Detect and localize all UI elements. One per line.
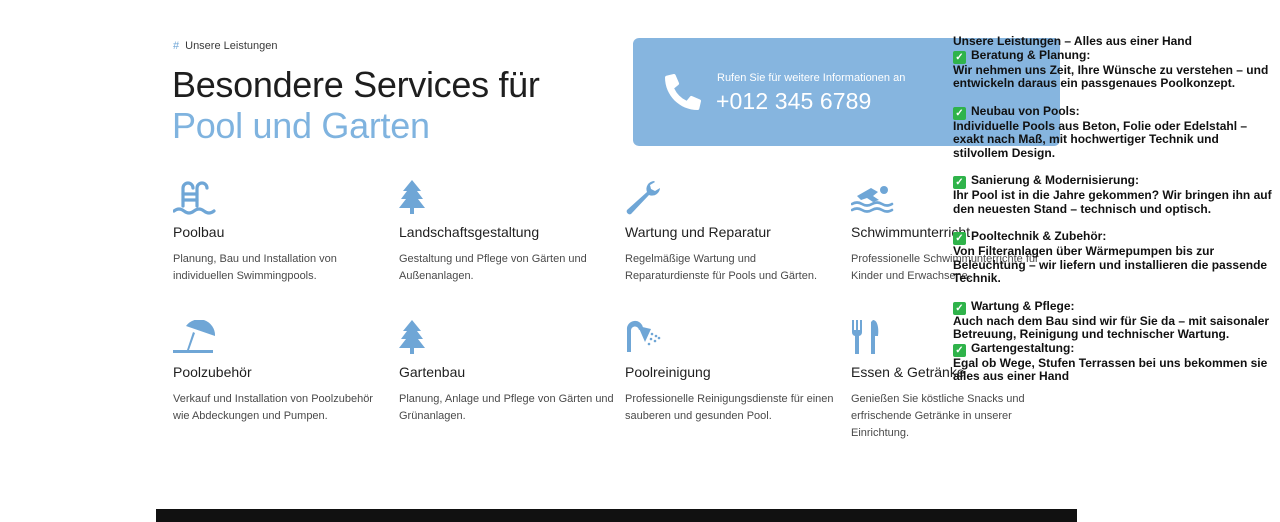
hero-image-strip bbox=[156, 509, 1077, 522]
check-icon: ✓ bbox=[953, 106, 966, 120]
overlay-item: ✓ Neubau von Pools: Individuelle Pools au… bbox=[953, 103, 1273, 161]
overlay-item-title: Pooltechnik & Zubehör: bbox=[971, 229, 1107, 243]
check-icon: ✓ bbox=[953, 301, 966, 315]
pool-ladder-icon bbox=[173, 181, 216, 215]
shower-icon bbox=[626, 320, 661, 352]
overlay-item-body: Wir nehmen uns Zeit, Ihre Wünsche zu ver… bbox=[953, 62, 1269, 90]
overlay-item: ✓ Sanierung & Modernisierung: Ihr Pool is… bbox=[953, 173, 1273, 216]
check-icon: ✓ bbox=[953, 50, 966, 64]
tree-icon bbox=[399, 180, 425, 214]
overlay-item-title: Neubau von Pools: bbox=[971, 103, 1080, 118]
overlay-item: ✓ Pooltechnik & Zubehör: Von Filteranlage… bbox=[953, 229, 1273, 286]
overlay-item-title: Sanierung & Modernisierung: bbox=[971, 173, 1140, 187]
service-name: Poolzubehör bbox=[173, 364, 252, 380]
overlay-item-body: Auch nach dem Bau sind wir für Sie da – … bbox=[953, 313, 1270, 341]
service-desc: Regelmäßige Wartung und Reparaturdienste… bbox=[625, 253, 818, 282]
overlay-item-title: Wartung & Pflege: bbox=[971, 298, 1075, 313]
eyebrow: # Unsere Leistungen bbox=[173, 40, 277, 52]
services-overlay-text: Unsere Leistungen – Alles aus einer Hand… bbox=[953, 34, 1273, 398]
overlay-item-title: Gartengestaltung: bbox=[971, 340, 1075, 355]
service-item: Wartung und Reparatur Regelmäßige Wartun… bbox=[625, 180, 840, 285]
hash-marker: # bbox=[173, 40, 180, 52]
eyebrow-text: Unsere Leistungen bbox=[185, 40, 278, 52]
service-desc: Planung, Anlage und Pflege von Gärten un… bbox=[399, 393, 614, 422]
service-name: Gartenbau bbox=[399, 364, 466, 380]
overlay-item: ✓ Gartengestaltung: Egal ob Wege, Stufen … bbox=[953, 340, 1273, 384]
overlay-item-body: Von Filteranlagen über Wärmepumpen bis z… bbox=[953, 244, 1268, 285]
service-item: Poolbau Planung, Bau und Installation vo… bbox=[173, 180, 388, 285]
service-item: Gartenbau Planung, Anlage und Pflege von… bbox=[399, 320, 614, 425]
overlay-heading: Unsere Leistungen – Alles aus einer Hand bbox=[953, 34, 1192, 48]
cta-label: Rufen Sie für weitere Informationen an bbox=[717, 72, 906, 84]
overlay-item-title: Beratung & Planung: bbox=[971, 47, 1091, 62]
overlay-item: ✓ Beratung & Planung: Wir nehmen uns Zeit… bbox=[953, 47, 1273, 91]
service-name: Landschaftsgestaltung bbox=[399, 224, 540, 240]
service-item: Poolzubehör Verkauf und Installation von… bbox=[173, 320, 388, 425]
service-desc: Professionelle Reinigungsdienste für ein… bbox=[625, 393, 834, 422]
service-name: Poolbau bbox=[173, 224, 225, 240]
tree-icon bbox=[399, 320, 425, 354]
service-desc: Gestaltung und Pflege von Gärten und Auß… bbox=[399, 253, 587, 282]
service-desc: Verkauf und Installation von Poolzubehör… bbox=[173, 393, 373, 422]
page-title-line2: Pool und Garten bbox=[172, 105, 430, 146]
utensils-icon bbox=[851, 320, 879, 354]
check-icon: ✓ bbox=[953, 343, 966, 357]
phone-icon bbox=[665, 74, 701, 110]
overlay-item-body: Egal ob Wege, Stufen Terrassen bei uns b… bbox=[953, 355, 1268, 383]
wrench-icon bbox=[626, 181, 660, 215]
page-title-line1: Besondere Services für bbox=[172, 64, 540, 105]
service-name: Poolreinigung bbox=[625, 364, 711, 380]
service-desc: Planung, Bau und Installation von indivi… bbox=[173, 253, 337, 282]
service-desc: Genießen Sie köstliche Snacks und erfris… bbox=[851, 393, 1025, 439]
service-name: Wartung und Reparatur bbox=[625, 224, 771, 240]
page-title: Besondere Services für Pool und Garten bbox=[172, 64, 540, 146]
swimmer-icon bbox=[851, 186, 894, 213]
overlay-item-body: Individuelle Pools aus Beton, Folie oder… bbox=[953, 118, 1248, 160]
service-item: Landschaftsgestaltung Gestaltung und Pfl… bbox=[399, 180, 614, 285]
overlay-item: ✓ Wartung & Pflege: Auch nach dem Bau sin… bbox=[953, 298, 1273, 342]
umbrella-beach-icon bbox=[173, 320, 216, 353]
cta-phone-number[interactable]: +012 345 6789 bbox=[716, 88, 871, 115]
overlay-item-body: Ihr Pool ist in die Jahre gekommen? Wir … bbox=[953, 188, 1272, 216]
service-item: Poolreinigung Professionelle Reinigungsd… bbox=[625, 320, 840, 425]
